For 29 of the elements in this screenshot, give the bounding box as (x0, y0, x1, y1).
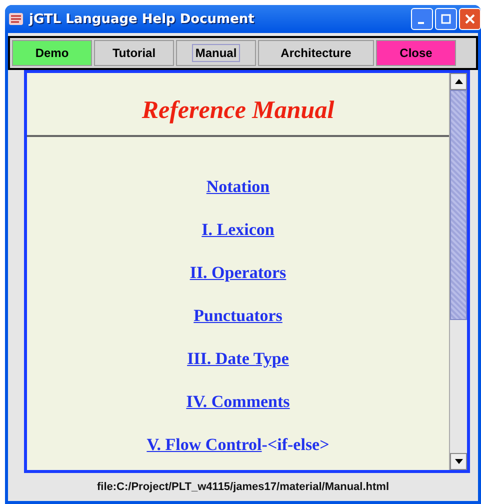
link-suffix: -<if-else> (262, 434, 330, 456)
minimize-icon (418, 22, 424, 24)
scroll-up-button[interactable] (450, 73, 467, 90)
up-arrow-icon (454, 79, 462, 84)
section-link[interactable]: III. Date Type (187, 347, 289, 371)
section-link[interactable]: Punctuators (194, 304, 282, 328)
close-icon (465, 14, 475, 24)
toolbar-button[interactable]: Architecture (258, 40, 374, 66)
toolbar-button[interactable]: Manual (176, 40, 256, 66)
section-link[interactable]: V. Flow Control (146, 433, 262, 457)
toolbar-button[interactable]: Close (376, 40, 456, 66)
maximize-button[interactable] (435, 8, 457, 30)
status-text: file:C:/Project/PLT_w4115/james17/material/Manual.html (96, 481, 389, 493)
window-title: jGTL Language Help Document (29, 12, 256, 26)
scroll-down-button[interactable] (450, 453, 467, 470)
down-arrow-icon (454, 459, 462, 464)
scrollbar[interactable] (449, 73, 467, 470)
scroll-thumb[interactable] (450, 90, 467, 320)
app-icon (8, 11, 24, 27)
close-button[interactable] (459, 8, 481, 30)
toolbar-button[interactable]: Tutorial (94, 40, 174, 66)
minimize-button[interactable] (411, 8, 433, 30)
document-heading: Reference Manual (140, 97, 336, 125)
section-link[interactable]: II. Operators (190, 261, 286, 285)
toolbar-button[interactable]: Demo (12, 40, 92, 66)
section-link[interactable]: IV. Comments (186, 390, 290, 414)
maximize-icon (441, 14, 451, 24)
section-link[interactable]: Notation (206, 175, 270, 199)
section-link[interactable]: I. Lexicon (202, 218, 274, 242)
